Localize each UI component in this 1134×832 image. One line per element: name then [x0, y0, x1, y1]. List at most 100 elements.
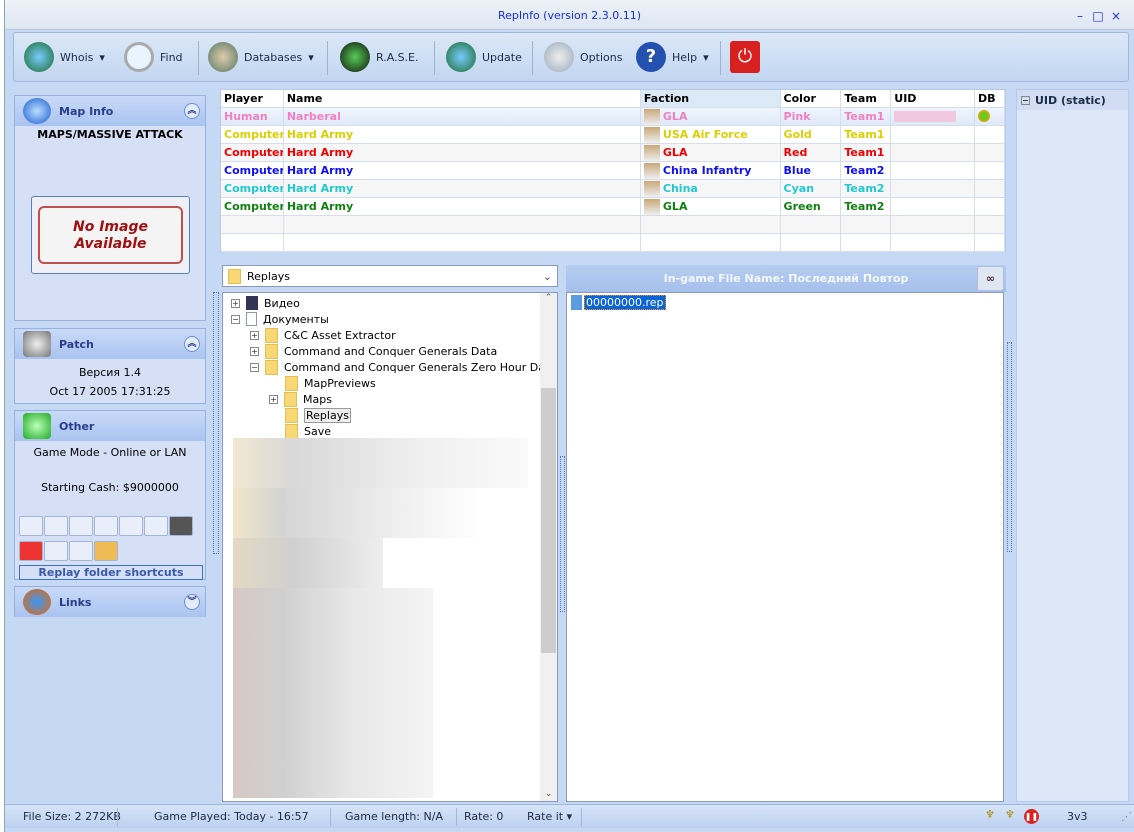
table-row[interactable]: Computer Hard Army GLA Green Team2 [221, 198, 1005, 216]
tree-node-maps[interactable]: + Maps [269, 391, 332, 407]
collapse-icon[interactable]: ︽ [184, 336, 200, 352]
shortcut-china-icon[interactable] [69, 516, 93, 536]
rate-it-dropdown[interactable]: Rate it ▾ [527, 810, 572, 823]
cell-faction: China [641, 180, 781, 197]
left-splitter[interactable] [213, 292, 219, 554]
shortcut-gla-icon[interactable] [94, 516, 118, 536]
whois-button[interactable]: Whois ▾ [24, 39, 105, 75]
redacted-area [233, 538, 383, 588]
middle-splitter[interactable] [560, 456, 565, 612]
file-list: 00000000.rep [566, 292, 1004, 802]
tree-node-save[interactable]: Save [285, 423, 331, 439]
shortcut-red-icon[interactable] [19, 541, 43, 561]
databases-button[interactable]: Databases ▾ [208, 39, 314, 75]
options-label: Options [580, 50, 623, 64]
faction-portrait-icon [643, 127, 660, 143]
shortcut-airforce-icon[interactable] [119, 516, 143, 536]
cell-player: Computer [221, 162, 284, 179]
shortcuts-label: Replay folder shortcuts [19, 565, 203, 580]
table-row[interactable]: Computer Hard Army China Cyan Team2 [221, 180, 1005, 198]
redacted-area [233, 488, 483, 538]
status-game-length: Game length: N/A [345, 810, 443, 823]
cell-team: Team2 [841, 162, 892, 179]
shortcut-ch-icon[interactable] [169, 516, 193, 536]
expand-icon[interactable]: ︾ [184, 594, 200, 610]
tree-label: Replays [304, 407, 351, 423]
patch-panel: Patch ︽ Версия 1.4 Oct 17 2005 17:31:25 [14, 328, 206, 404]
map-info-header[interactable]: Map Info ︽ [15, 96, 205, 126]
col-team[interactable]: Team [841, 90, 892, 107]
file-item[interactable]: 00000000.rep [571, 295, 666, 310]
cell-faction: GLA [641, 198, 781, 215]
minimize-button[interactable]: – [1073, 9, 1087, 23]
table-row[interactable]: Human Narberal GLA Pink Team1 [221, 108, 1005, 126]
other-icon [23, 413, 51, 439]
col-db[interactable]: DB [975, 90, 1005, 107]
tree-node-asset-extractor[interactable]: + C&C Asset Extractor [250, 327, 396, 343]
shortcut-usa-icon[interactable] [19, 516, 43, 536]
col-uid[interactable]: UID [891, 90, 976, 107]
binoculars-icon[interactable]: ∞ [977, 266, 1004, 291]
shortcut-general-icon[interactable] [144, 516, 168, 536]
patch-version: Версия 1.4 [78, 366, 142, 379]
globe-icon [23, 98, 51, 124]
collapse-icon[interactable]: − [1021, 95, 1030, 105]
toolbar-separator [327, 41, 328, 75]
tree-node-generals-data[interactable]: + Command and Conquer Generals Data [250, 343, 497, 359]
cell-faction: GLA [641, 108, 781, 125]
links-header[interactable]: Links ︾ [15, 587, 205, 617]
uid-header[interactable]: − UID (static) [1017, 90, 1128, 110]
table-row[interactable]: Computer Hard Army China Infantry Blue T… [221, 162, 1005, 180]
tree-label: C&C Asset Extractor [284, 328, 396, 342]
table-row[interactable]: Computer Hard Army USA Air Force Gold Te… [221, 126, 1005, 144]
maximize-button[interactable]: □ [1091, 9, 1105, 23]
exit-button[interactable]: ⏻ [730, 39, 760, 75]
folder-combo[interactable]: Replays ⌄ [222, 265, 558, 287]
table-row-empty [221, 216, 1005, 234]
resize-grip-icon[interactable]: ⋰ [1121, 810, 1132, 823]
col-faction[interactable]: Faction [640, 90, 781, 107]
help-button[interactable]: ? Help ▾ [636, 39, 709, 75]
other-header[interactable]: Other [15, 411, 205, 441]
shortcut-mask-icon[interactable] [44, 541, 68, 561]
find-button[interactable]: Find [124, 39, 183, 75]
shortcut-cyan-icon[interactable] [69, 541, 93, 561]
collapse-icon[interactable]: ︽ [184, 103, 200, 119]
tree-node-video[interactable]: + Видео [231, 295, 300, 311]
users-icon [208, 42, 238, 72]
faction-label: China [662, 182, 698, 195]
tree-node-mappreviews[interactable]: MapPreviews [285, 375, 376, 391]
db-status-icon [978, 110, 991, 122]
cell-player: Computer [221, 126, 284, 143]
rase-button[interactable]: R.A.S.E. [340, 39, 419, 75]
close-button[interactable]: × [1109, 9, 1123, 23]
tree-node-replays[interactable]: Replays [285, 407, 351, 423]
tree-scrollbar[interactable]: ⌃ ⌄ [540, 293, 557, 801]
col-player[interactable]: Player [221, 90, 284, 107]
globe-icon [446, 42, 476, 72]
right-splitter[interactable] [1007, 342, 1012, 552]
cell-name: Narberal [284, 108, 641, 125]
tree-label: Save [304, 424, 332, 438]
update-button[interactable]: Update [446, 39, 522, 75]
chevron-down-icon: ⌄ [542, 269, 552, 283]
whois-label: Whois [60, 50, 94, 64]
patch-header[interactable]: Patch ︽ [15, 329, 205, 359]
cell-db [975, 108, 1005, 125]
cell-team: Team1 [841, 126, 892, 143]
cell-uid [891, 108, 976, 125]
folder-icon [228, 268, 241, 284]
options-button[interactable]: Options [544, 39, 622, 75]
cell-team: Team2 [841, 198, 892, 215]
col-name[interactable]: Name [284, 90, 641, 107]
folder-icon [265, 359, 278, 375]
cell-team: Team1 [841, 108, 892, 125]
folder-icon [285, 423, 298, 439]
shortcut-gold-icon[interactable] [94, 541, 118, 561]
tree-node-zero-hour-data[interactable]: − Command and Conquer Generals Zero Hour … [250, 359, 556, 375]
scrollbar-thumb[interactable] [541, 388, 556, 653]
shortcut-usa-zh-icon[interactable] [44, 516, 68, 536]
col-color[interactable]: Color [781, 90, 842, 107]
table-row[interactable]: Computer Hard Army GLA Red Team1 [221, 144, 1005, 162]
tree-node-documents[interactable]: − Документы [231, 311, 329, 327]
